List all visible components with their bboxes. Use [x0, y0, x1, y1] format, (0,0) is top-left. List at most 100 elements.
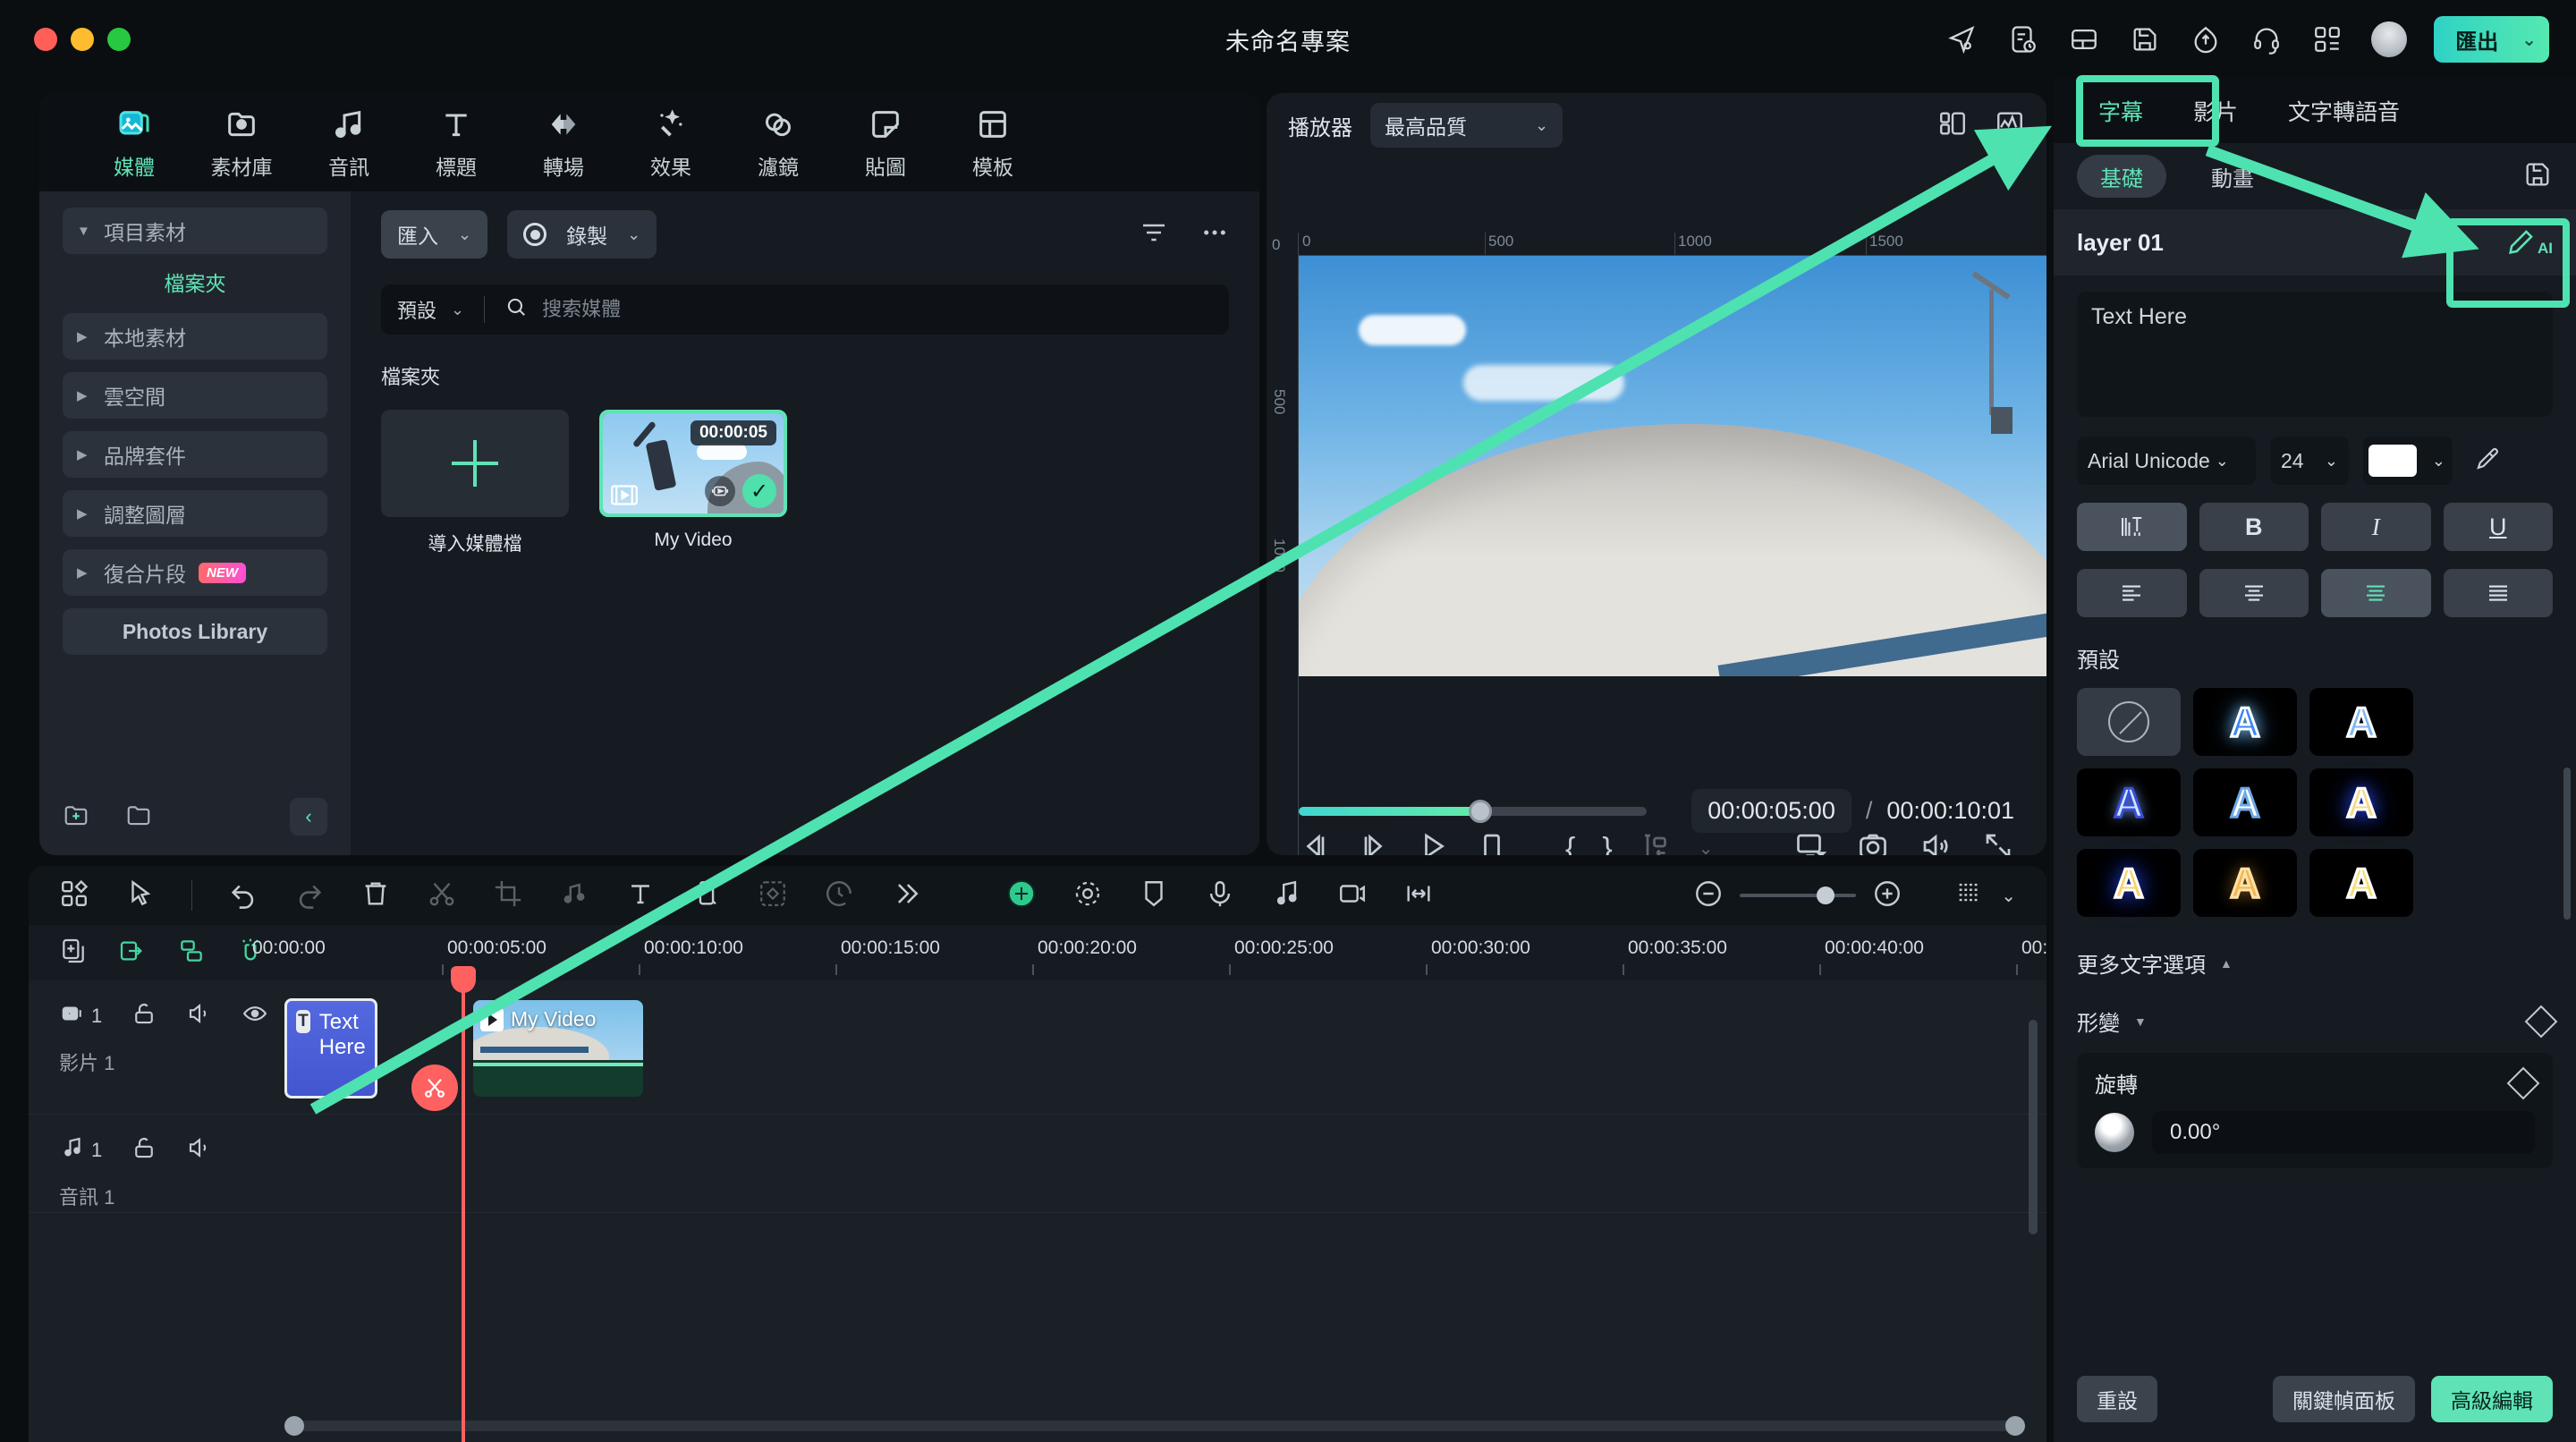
- align-middle-button[interactable]: [2321, 569, 2431, 617]
- render-caret-icon[interactable]: ⌄: [2001, 885, 2016, 907]
- tab-effects[interactable]: 效果: [617, 104, 724, 181]
- export-button[interactable]: 匯出 ⌄: [2434, 16, 2549, 63]
- speed-icon[interactable]: [824, 878, 854, 913]
- split-scissors-icon[interactable]: [427, 878, 457, 913]
- render-bar-icon[interactable]: [1954, 878, 1985, 913]
- marker-caret-icon[interactable]: ⌄: [1699, 837, 1714, 855]
- properties-scrollbar[interactable]: [2563, 768, 2571, 920]
- chevron-down-icon[interactable]: ⌄: [451, 301, 464, 319]
- chevron-down-icon[interactable]: ⌄: [2325, 452, 2338, 471]
- zoom-slider[interactable]: [1740, 886, 1857, 904]
- tab-text-to-speech[interactable]: 文字轉語音: [2263, 89, 2425, 132]
- tab-audio[interactable]: 音訊: [295, 104, 402, 181]
- split-at-playhead-badge[interactable]: [411, 1065, 458, 1111]
- lock-icon[interactable]: [131, 1000, 157, 1031]
- tab-subtitle[interactable]: 字幕: [2073, 89, 2168, 132]
- mute-icon[interactable]: [186, 1134, 213, 1166]
- media-thumbnail[interactable]: 00:00:05 ✓: [599, 410, 787, 517]
- timeline-hscrollbar[interactable]: [284, 1416, 2025, 1436]
- quality-select[interactable]: 最高品質 ⌄: [1370, 103, 1563, 148]
- zoom-out-button[interactable]: [1693, 878, 1724, 913]
- auto-sync-icon[interactable]: [1337, 878, 1368, 913]
- timeline-clip-video[interactable]: My Video: [473, 1000, 643, 1097]
- current-timecode[interactable]: 00:00:05:00: [1691, 789, 1852, 833]
- delete-icon[interactable]: [360, 878, 391, 913]
- apps-grid-icon[interactable]: [2310, 22, 2344, 56]
- preset-item[interactable]: A: [2309, 768, 2413, 836]
- playhead-handle[interactable]: [451, 966, 476, 993]
- mute-icon[interactable]: [186, 1000, 213, 1031]
- more-chevrons-icon[interactable]: [890, 878, 920, 913]
- tab-title[interactable]: 標題: [402, 104, 510, 181]
- folder-icon[interactable]: [125, 802, 152, 833]
- tree-item-project-media[interactable]: ▼ 項目素材: [63, 208, 327, 254]
- display-mode-icon[interactable]: [1794, 830, 1827, 855]
- tab-stock-library[interactable]: 素材庫: [188, 104, 295, 181]
- subtab-animation[interactable]: 動畫: [2188, 155, 2277, 198]
- zoom-handle[interactable]: [1817, 886, 1835, 904]
- reset-button[interactable]: 重設: [2077, 1376, 2157, 1422]
- tree-item-compound-clip[interactable]: ▶ 復合片段 NEW: [63, 549, 327, 596]
- tab-filter[interactable]: 濾鏡: [724, 104, 832, 181]
- save-icon[interactable]: [2128, 22, 2162, 56]
- tree-item-local-media[interactable]: ▶ 本地素材: [63, 313, 327, 360]
- align-justify-button[interactable]: [2443, 569, 2553, 617]
- save-preset-icon[interactable]: [2522, 159, 2553, 194]
- avatar[interactable]: [2371, 21, 2408, 57]
- keyframe-panel-button[interactable]: 關鍵幀面板: [2273, 1376, 2415, 1422]
- share-icon[interactable]: [1945, 22, 1979, 56]
- fullscreen-icon[interactable]: [1982, 830, 2014, 855]
- tree-item-photos-library[interactable]: Photos Library: [63, 608, 327, 655]
- zoom-in-button[interactable]: [1872, 878, 1902, 913]
- preset-item[interactable]: A: [2193, 849, 2297, 917]
- timeline-vscrollbar[interactable]: [2029, 1020, 2038, 1234]
- preset-item[interactable]: A: [2309, 688, 2413, 756]
- chevron-down-icon[interactable]: ⌄: [458, 225, 471, 244]
- media-search-bar[interactable]: 預設 ⌄: [381, 284, 1229, 335]
- record-button[interactable]: 錄製 ⌄: [507, 210, 657, 259]
- preview-loop-icon[interactable]: [705, 476, 735, 506]
- scope-waveform-icon[interactable]: [1995, 108, 2025, 143]
- ai-edit-button[interactable]: AI: [2505, 227, 2553, 258]
- chevron-down-icon[interactable]: ⌄: [1535, 116, 1548, 135]
- audio-detach-icon[interactable]: [559, 878, 589, 913]
- tree-item-cloud[interactable]: ▶ 雲空間: [63, 372, 327, 419]
- snapshot-icon[interactable]: [1857, 830, 1889, 855]
- green-circle-icon[interactable]: [1006, 878, 1037, 913]
- play-icon[interactable]: [1417, 830, 1449, 855]
- add-marker-icon[interactable]: [1640, 830, 1672, 855]
- chevron-down-icon[interactable]: ⌄: [2521, 29, 2537, 51]
- mic-icon[interactable]: [1205, 878, 1235, 913]
- tab-template[interactable]: 模板: [939, 104, 1046, 181]
- redo-icon[interactable]: [294, 878, 325, 913]
- volume-icon[interactable]: [1919, 830, 1952, 855]
- mark-in-icon[interactable]: {: [1565, 833, 1575, 856]
- align-center-button[interactable]: [2199, 569, 2309, 617]
- chevron-down-icon[interactable]: ⌄: [2432, 452, 2445, 471]
- crop-icon[interactable]: [493, 878, 523, 913]
- new-folder-icon[interactable]: [63, 802, 89, 833]
- hscroll-left-handle[interactable]: [284, 1416, 304, 1436]
- text-tool-icon[interactable]: [625, 878, 656, 913]
- video-preview-stage[interactable]: [1299, 256, 2046, 676]
- tab-sticker[interactable]: 貼圖: [832, 104, 939, 181]
- seek-slider[interactable]: [1299, 799, 1648, 823]
- rotation-value[interactable]: 0.00°: [2152, 1111, 2535, 1154]
- headset-support-icon[interactable]: [2250, 22, 2284, 56]
- import-tile-thumb[interactable]: [381, 410, 569, 517]
- timeline-ruler[interactable]: 00:00:00 00:00:05:00 00:00:10:00 00:00:1…: [252, 925, 2046, 980]
- marker-icon[interactable]: [1139, 878, 1169, 913]
- keyframe-diamond-icon[interactable]: [2506, 1066, 2540, 1099]
- more-dots-icon[interactable]: [1200, 218, 1229, 251]
- lock-icon[interactable]: [131, 1134, 157, 1166]
- filter-sort-icon[interactable]: [1140, 218, 1168, 251]
- preset-item[interactable]: A: [2193, 688, 2297, 756]
- timeline-clip-text[interactable]: T Text Here: [284, 998, 377, 1098]
- font-size-select[interactable]: 24 ⌄: [2270, 437, 2349, 485]
- tab-video[interactable]: 影片: [2168, 89, 2263, 132]
- import-media-tile[interactable]: 導入媒體檔: [381, 410, 569, 556]
- undo-icon[interactable]: [228, 878, 258, 913]
- preset-none[interactable]: [2077, 688, 2181, 756]
- tree-item-adjustment-layer[interactable]: ▶ 調整圖層: [63, 490, 327, 537]
- font-family-select[interactable]: Arial Unicode ⌄: [2077, 437, 2256, 485]
